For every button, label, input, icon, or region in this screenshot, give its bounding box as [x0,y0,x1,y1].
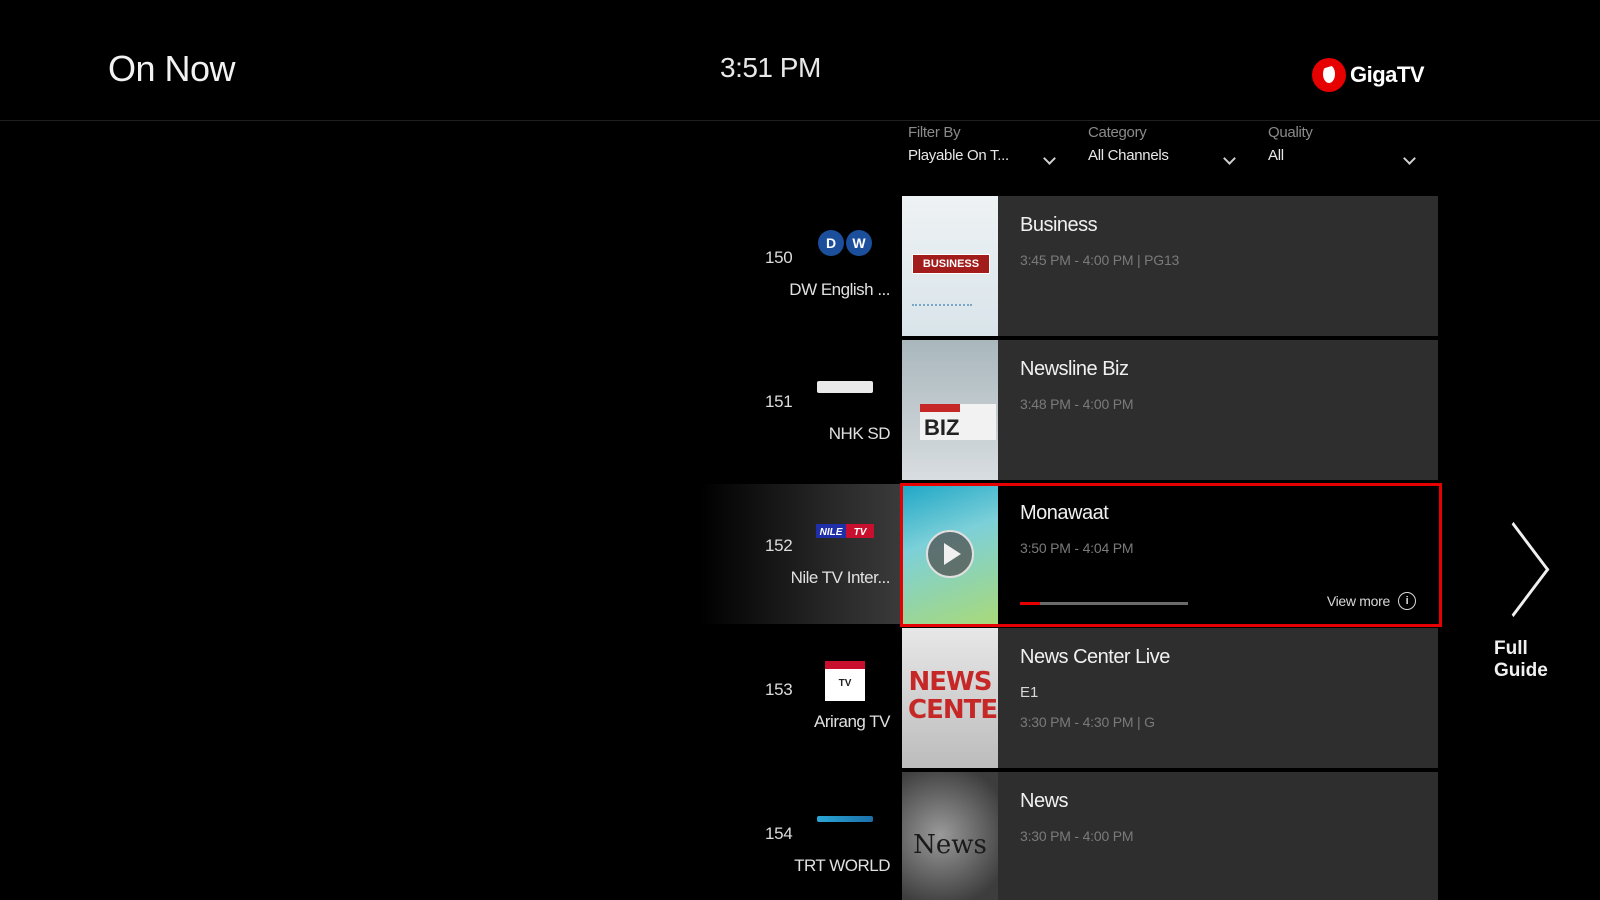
program-time: 3:50 PM - 4:04 PM [1020,540,1134,556]
channel-row[interactable]: 153 TV Arirang TV NEWS CENTER News Cente… [0,628,1600,768]
program-time: 3:45 PM - 4:00 PM | PG13 [1020,252,1180,268]
channel-row[interactable]: 154 TRT WORLD News News 3:30 PM - 4:00 P… [0,772,1600,900]
filter-by-dropdown[interactable]: Filter By Playable On T... [908,124,1058,174]
program-time: 3:30 PM - 4:30 PM | G [1020,714,1155,730]
svg-text:D: D [826,235,836,251]
dw-logo: D W [816,228,874,258]
filter-value: All Channels [1088,147,1169,164]
channel-name: Nile TV Inter... [790,568,891,587]
program-card[interactable]: News Center Live E1 3:30 PM - 4:30 PM | … [998,628,1438,768]
channel-row-focused[interactable]: 152 NILE TV Nile TV Inter... Monawaat 3:… [0,483,1600,627]
program-thumbnail: NEWS CENTER [902,628,998,768]
filter-value: All [1268,147,1284,164]
nile-tv-logo: NILE TV [816,516,874,546]
svg-text:NILE: NILE [820,527,843,538]
progress-bar [1020,602,1188,605]
svg-text:TV: TV [854,527,868,538]
view-more-button[interactable]: View more i [1327,592,1416,610]
program-card[interactable]: Newsline Biz 3:48 PM - 4:00 PM [998,340,1438,480]
progress-fill [1020,602,1041,605]
category-dropdown[interactable]: Category All Channels [1088,124,1238,174]
nhk-logo [816,372,874,402]
program-thumbnail: BUSINESS [902,196,998,336]
channel-name: DW English ... [789,280,890,299]
quality-dropdown[interactable]: Quality All [1268,124,1418,174]
program-title: News [1020,790,1069,812]
filter-label: Category [1088,124,1147,141]
clock: 3:51 PM [720,52,821,83]
channel-name: Arirang TV [814,712,890,731]
program-title: News Center Live [1020,646,1170,668]
arirang-logo: TV [816,660,874,701]
channel-number: 154 [765,824,793,843]
program-time: 3:48 PM - 4:00 PM [1020,396,1134,412]
program-thumbnail: News [902,772,998,900]
program-title: Monawaat [1020,502,1109,524]
tv-guide-screen: On Now 3:51 PM GigaTV Filter By Playable… [0,0,1600,900]
brand-logo: GigaTV [1312,58,1425,92]
channel-number: 150 [765,248,793,267]
program-card[interactable]: Monawaat 3:50 PM - 4:04 PM View more i [998,484,1438,624]
program-title: Business [1020,214,1098,236]
channel-row[interactable]: 150 D W DW English ... BUSINESS Business… [0,196,1600,336]
full-guide-button[interactable]: Full Guide [1477,521,1580,688]
svg-text:W: W [852,235,866,251]
channel-row[interactable]: 151 NHK SD BIZ Newsline Biz 3:48 PM - 4:… [0,340,1600,480]
program-thumbnail [902,484,998,624]
filter-value: Playable On T... [908,147,1009,164]
view-more-label: View more [1326,593,1390,609]
filter-label: Quality [1268,124,1313,141]
channel-number: 153 [765,680,793,699]
channel-number: 151 [765,392,793,411]
header: On Now 3:51 PM GigaTV [0,0,1600,120]
program-episode: E1 [1020,684,1039,701]
channel-name: TRT WORLD [794,856,890,875]
page-title: On Now [108,48,236,89]
filter-label: Filter By [908,124,961,141]
info-icon: i [1398,592,1416,610]
play-icon[interactable] [926,530,974,578]
program-card[interactable]: News 3:30 PM - 4:00 PM [998,772,1438,900]
header-divider [0,120,1600,121]
channel-name: NHK SD [828,424,891,443]
thumb-label: News [913,830,987,860]
program-thumbnail: BIZ [902,340,998,480]
vodafone-icon [1312,58,1346,92]
program-time: 3:30 PM - 4:00 PM [1020,828,1134,844]
trt-world-logo [816,804,874,834]
thumb-label: BUSINESS [912,254,990,274]
thumb-label: NEWS CENTER [908,667,998,725]
brand-name: GigaTV [1350,62,1425,87]
program-card[interactable]: Business 3:45 PM - 4:00 PM | PG13 [998,196,1438,336]
program-title: Newsline Biz [1020,358,1129,380]
focus-highlight [700,484,900,624]
full-guide-label: Full Guide [1494,638,1548,681]
channel-number: 152 [765,536,793,555]
